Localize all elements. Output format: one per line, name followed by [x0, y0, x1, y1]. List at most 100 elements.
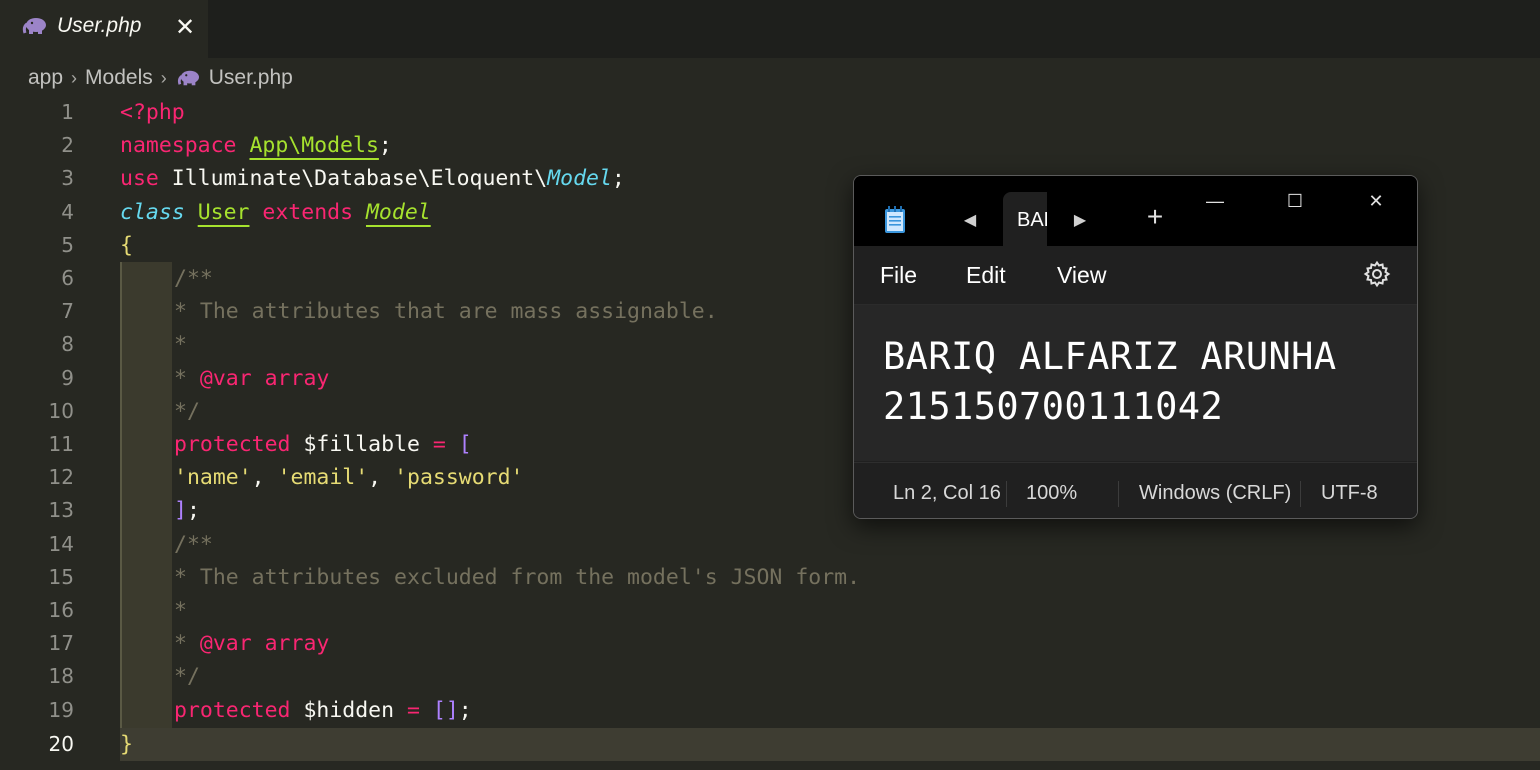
line-number: 18 — [48, 664, 74, 689]
notepad-menu-bar: File Edit View — [854, 246, 1417, 305]
line-number: 3 — [61, 166, 74, 191]
string-email: 'email' — [277, 465, 369, 491]
line-number: 17 — [48, 631, 74, 656]
php-elephant-icon — [177, 70, 199, 86]
code-line-11: protected $fillable = [ — [174, 428, 472, 461]
notepad-text-area[interactable]: BARIQ ALFARIZ ARUNHA 215150700111042 — [854, 305, 1417, 461]
code-line-15: * The attributes excluded from the model… — [174, 564, 861, 590]
code-line-8: * — [174, 332, 187, 358]
menu-file[interactable]: File — [880, 262, 917, 289]
tab-label: User.php — [57, 14, 142, 37]
text-line-name: BARIQ ALFARIZ ARUNHA — [883, 335, 1337, 378]
status-zoom[interactable]: 100% — [1026, 482, 1077, 505]
close-window-button[interactable]: ✕ — [1356, 186, 1396, 216]
breadcrumb-item-file[interactable]: User.php — [209, 66, 293, 90]
notepad-tab[interactable]: BARIQ ALFARIZ ARUNHA — [1003, 192, 1047, 248]
php-elephant-icon — [22, 18, 46, 34]
protected-keyword: protected — [174, 432, 291, 457]
line-number: 2 — [61, 133, 74, 158]
empty-array: [] — [419, 697, 459, 723]
semicolon: ; — [378, 133, 392, 159]
assign-operator: = — [432, 432, 446, 457]
semicolon: ; — [611, 166, 625, 192]
status-line-ending[interactable]: Windows (CRLF) — [1139, 482, 1291, 505]
code-line-13: ]; — [174, 494, 200, 527]
new-tab-button[interactable]: + — [1142, 203, 1168, 231]
tab-scroll-right-icon[interactable]: ▶ — [1070, 210, 1090, 230]
variable-fillable: $fillable — [290, 432, 433, 457]
notepad-title-bar[interactable]: ◀ BARIQ ALFARIZ ARUNHA ▶ + — ☐ ✕ — [854, 176, 1417, 248]
indent-guide — [120, 262, 172, 728]
doc-type: array — [251, 631, 330, 657]
protected-keyword: protected — [174, 697, 291, 723]
line-number: 10 — [48, 398, 74, 423]
doc-star: * — [174, 631, 200, 657]
code-line-2: namespace App\Models; — [120, 129, 392, 162]
code-line-3: use Illuminate\Database\Eloquent\Model; — [120, 162, 625, 195]
string-name: 'name' — [174, 465, 252, 491]
class-name: User — [197, 199, 250, 225]
notepad-app-icon — [885, 206, 905, 233]
breadcrumb-separator-icon: › — [160, 67, 167, 88]
breadcrumb-item-models[interactable]: Models — [85, 66, 153, 90]
breadcrumb-separator-icon: › — [71, 67, 78, 88]
minimize-button[interactable]: — — [1195, 186, 1235, 216]
text-line-number: 215150700111042 — [883, 385, 1224, 428]
current-line-highlight — [120, 728, 1540, 762]
line-number: 8 — [61, 332, 74, 357]
close-bracket: ] — [174, 498, 187, 524]
breadcrumb-item-app[interactable]: app — [28, 66, 63, 90]
code-line-5: { — [120, 229, 133, 262]
line-number: 15 — [48, 564, 74, 589]
variable-hidden: $hidden — [290, 697, 407, 723]
doc-tag: @var — [199, 365, 252, 391]
menu-edit[interactable]: Edit — [966, 262, 1006, 289]
notepad-status-bar: Ln 2, Col 16 100% Windows (CRLF) UTF-8 — [854, 462, 1417, 518]
tab-close-button[interactable]: ✕ — [172, 12, 198, 42]
line-number: 5 — [61, 232, 74, 257]
string-password: 'password' — [394, 465, 524, 491]
code-line-6: /** — [174, 266, 213, 291]
code-line-9: * @var array — [174, 362, 329, 395]
line-number: 13 — [48, 498, 74, 523]
menu-view[interactable]: View — [1057, 262, 1106, 289]
doc-star: * — [174, 365, 200, 391]
namespace-keyword: namespace — [120, 133, 237, 159]
close-brace: } — [120, 732, 133, 757]
line-number: 14 — [48, 531, 74, 556]
php-open-tag: <?php — [120, 100, 185, 125]
tab-user-php[interactable]: User.php ✕ — [0, 0, 208, 58]
status-divider — [1006, 481, 1007, 507]
class-keyword: class — [120, 199, 185, 225]
semicolon: ; — [458, 697, 472, 723]
code-line-19: protected $hidden = []; — [174, 694, 472, 727]
code-line-12: 'name', 'email', 'password' — [174, 461, 524, 494]
line-number: 19 — [48, 697, 74, 722]
settings-gear-icon[interactable] — [1363, 260, 1391, 288]
comma: , — [368, 465, 395, 491]
notepad-window[interactable]: ◀ BARIQ ALFARIZ ARUNHA ▶ + — ☐ ✕ File Ed… — [853, 175, 1418, 519]
use-keyword: use — [120, 166, 159, 192]
status-cursor-position: Ln 2, Col 16 — [893, 482, 1001, 504]
open-bracket: [ — [445, 432, 472, 457]
line-number-current: 20 — [48, 732, 74, 756]
line-number: 6 — [61, 266, 74, 290]
semicolon: ; — [186, 498, 200, 524]
code-line-17: * @var array — [174, 627, 329, 660]
open-brace: { — [120, 232, 133, 258]
code-line-16: * — [174, 598, 187, 623]
line-number: 12 — [48, 465, 74, 490]
use-class: Model — [547, 166, 612, 192]
use-path: Illuminate\Database\Eloquent\ — [171, 166, 548, 192]
line-number: 1 — [61, 100, 74, 124]
status-encoding[interactable]: UTF-8 — [1321, 482, 1378, 505]
extends-keyword: extends — [262, 199, 354, 225]
code-line-7: * The attributes that are mass assignabl… — [174, 299, 718, 325]
line-number: 16 — [48, 598, 74, 622]
line-number: 9 — [61, 365, 74, 390]
breadcrumb: app › Models › User.php — [28, 64, 293, 92]
notepad-tab-label: BARIQ ALFARIZ ARUNHA — [1017, 209, 1047, 231]
maximize-button[interactable]: ☐ — [1275, 186, 1315, 216]
line-number: 7 — [61, 299, 74, 324]
tab-scroll-left-icon[interactable]: ◀ — [960, 210, 980, 230]
